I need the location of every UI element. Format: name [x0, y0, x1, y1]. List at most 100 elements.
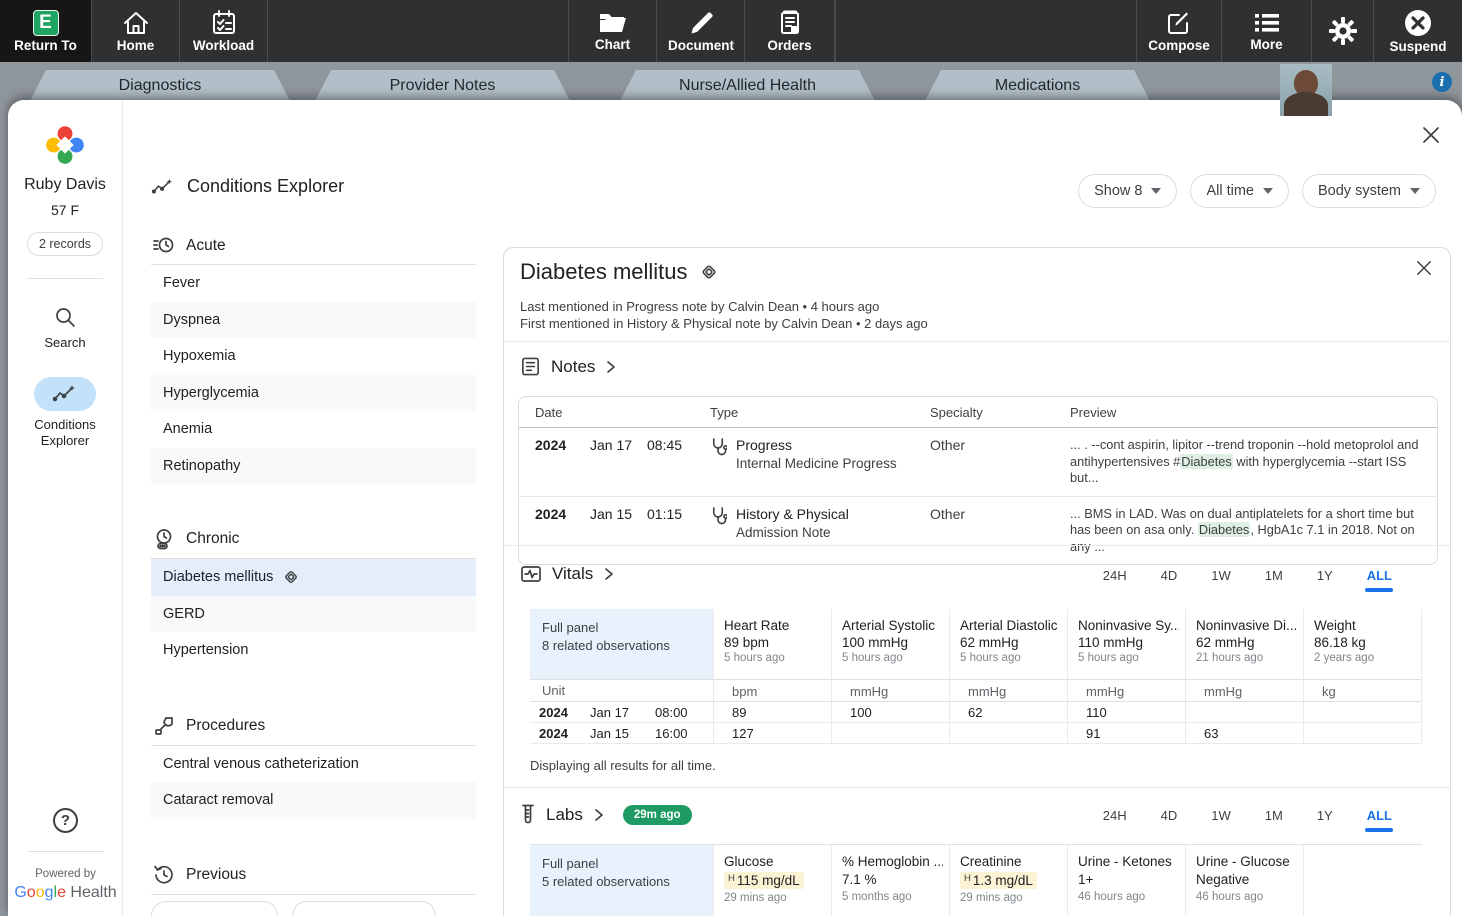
stethoscope-icon — [710, 506, 727, 525]
more-list-icon — [1252, 11, 1282, 35]
body-system-dropdown[interactable]: Body system — [1302, 174, 1436, 208]
chart-label: Chart — [595, 37, 630, 52]
chevron-right-icon — [593, 808, 605, 822]
sidebar-divider — [27, 278, 103, 279]
vitals-range-1w[interactable]: 1W — [1211, 568, 1231, 583]
tab-nurse-allied-health[interactable]: Nurse/Allied Health — [620, 70, 875, 101]
more-button[interactable]: More — [1222, 0, 1312, 62]
help-button[interactable]: ? — [53, 808, 78, 833]
divider — [504, 341, 1450, 342]
labs-range-4d[interactable]: 4D — [1161, 808, 1178, 823]
condition-retinopathy[interactable]: Retinopathy — [151, 448, 476, 485]
tab-diagnostics[interactable]: Diagnostics — [30, 70, 290, 101]
vitals-range-1m[interactable]: 1M — [1265, 568, 1283, 583]
note-row[interactable]: 2024Jan 1501:15 History & PhysicalAdmiss… — [519, 497, 1437, 565]
vitals-row-date: 2024Jan 1708:00 — [530, 702, 713, 723]
col-type: Type — [710, 405, 930, 420]
labs-range-1w[interactable]: 1W — [1211, 808, 1231, 823]
top-toolbar: E Return To Home Workload Chart Document… — [0, 0, 1462, 62]
explorer-sidebar: Ruby Davis 57 F 2 records Search Conditi… — [8, 100, 123, 916]
more-label: More — [1250, 37, 1282, 52]
labs-title: Labs — [546, 805, 583, 825]
unit-row-label: Unit — [530, 679, 713, 702]
condition-gerd[interactable]: GERD — [151, 596, 476, 633]
settings-button[interactable] — [1312, 0, 1374, 62]
note-row[interactable]: 2024Jan 1708:45 ProgressInternal Medicin… — [519, 428, 1437, 497]
document-button[interactable]: Document — [658, 0, 745, 62]
condition-hyperglycemia[interactable]: Hyperglycemia — [151, 375, 476, 412]
labs-range-1m[interactable]: 1M — [1265, 808, 1283, 823]
info-icon[interactable]: i — [1432, 72, 1452, 92]
records-badge[interactable]: 2 records — [27, 232, 103, 256]
sidebar-item-search[interactable]: Search — [44, 305, 85, 351]
patient-name: Ruby Davis — [24, 176, 106, 194]
page-title-text: Conditions Explorer — [187, 176, 344, 197]
ehr-logo-icon: E — [33, 10, 59, 36]
overlay-close-button[interactable] — [1422, 126, 1440, 149]
condition-anemia[interactable]: Anemia — [151, 411, 476, 448]
suspend-button[interactable]: Suspend — [1374, 0, 1462, 62]
patient-photo-shoulders — [1284, 92, 1328, 116]
procedure-cataract-removal[interactable]: Cataract removal — [151, 782, 476, 819]
labs-section-header[interactable]: Labs 29m ago — [520, 804, 692, 826]
home-button[interactable]: Home — [92, 0, 180, 62]
vitals-range-4d[interactable]: 4D — [1161, 568, 1178, 583]
vitals-range-1y[interactable]: 1Y — [1317, 568, 1333, 583]
vitals-section-header[interactable]: Vitals — [520, 564, 615, 584]
chevron-right-icon — [605, 360, 617, 374]
return-to-button[interactable]: E Return To — [0, 0, 92, 62]
labs-test-tube-icon — [520, 804, 536, 826]
show-count-dropdown[interactable]: Show 8 — [1078, 174, 1177, 208]
tab-medications[interactable]: Medications — [925, 70, 1150, 101]
chevron-down-icon — [1151, 188, 1161, 194]
condition-diabetes-mellitus[interactable]: Diabetes mellitus — [151, 559, 476, 596]
labs-full-panel-cell[interactable]: Full panel5 related observations — [530, 845, 713, 916]
labs-range-24h[interactable]: 24H — [1103, 808, 1127, 823]
patient-photo[interactable] — [1280, 64, 1332, 116]
time-range-dropdown[interactable]: All time — [1190, 174, 1289, 208]
vitals-range-all[interactable]: ALL — [1367, 568, 1392, 583]
note-specialty: Other — [930, 506, 1070, 556]
notes-section-header[interactable]: Notes — [520, 356, 617, 377]
condition-hypertension[interactable]: Hypertension — [151, 632, 476, 669]
stethoscope-icon — [710, 437, 727, 456]
vitals-col-heart-rate: Heart Rate89 bpm5 hours ago bpm 89 127 — [714, 609, 832, 744]
vitals-full-panel-cell[interactable]: Full panel8 related observations — [530, 609, 713, 679]
previous-label: Previous — [186, 866, 246, 884]
previous-chips — [151, 901, 476, 916]
labs-col-creatinine: CreatinineH1.3 mg/dL29 mins ago — [950, 845, 1068, 916]
vitals-range-24h[interactable]: 24H — [1103, 568, 1127, 583]
labs-recency-badge: 29m ago — [623, 805, 692, 825]
gear-icon — [1326, 14, 1360, 48]
suspend-icon — [1404, 9, 1432, 37]
vitals-row-date: 2024Jan 1516:00 — [530, 723, 713, 744]
previous-chip[interactable] — [151, 901, 278, 916]
chart-button[interactable]: Chart — [569, 0, 657, 62]
labs-col-hemoglobin-a1c: % Hemoglobin ...7.1 %5 months ago — [832, 845, 950, 916]
vitals-col-weight: Weight86.18 kg2 years ago kg — [1304, 609, 1422, 744]
divider — [504, 787, 1450, 788]
chevron-down-icon — [1263, 188, 1273, 194]
home-label: Home — [117, 38, 155, 53]
search-label: Search — [44, 335, 85, 351]
workload-icon — [210, 10, 238, 36]
explorer-main: Conditions Explorer Show 8 All time Body… — [124, 100, 1462, 916]
tab-provider-notes[interactable]: Provider Notes — [315, 70, 570, 101]
conditions-explorer-title-icon — [151, 177, 175, 197]
condition-fever[interactable]: Fever — [151, 265, 476, 302]
detail-close-button[interactable] — [1416, 260, 1432, 281]
labs-col-empty — [1304, 845, 1422, 916]
previous-chip[interactable] — [292, 901, 436, 916]
compose-button[interactable]: Compose — [1136, 0, 1222, 62]
condition-hypoxemia[interactable]: Hypoxemia — [151, 338, 476, 375]
compose-icon — [1166, 10, 1192, 36]
previous-history-icon — [153, 864, 175, 886]
orders-button[interactable]: Orders — [745, 0, 835, 62]
labs-range-1y[interactable]: 1Y — [1317, 808, 1333, 823]
procedure-central-venous-catheterization[interactable]: Central venous catheterization — [151, 746, 476, 783]
workload-button[interactable]: Workload — [180, 0, 268, 62]
condition-highlight-icon[interactable] — [698, 261, 720, 283]
condition-dyspnea[interactable]: Dyspnea — [151, 302, 476, 339]
labs-range-all[interactable]: ALL — [1367, 808, 1392, 823]
sidebar-item-conditions-explorer[interactable]: ConditionsExplorer — [34, 377, 96, 449]
